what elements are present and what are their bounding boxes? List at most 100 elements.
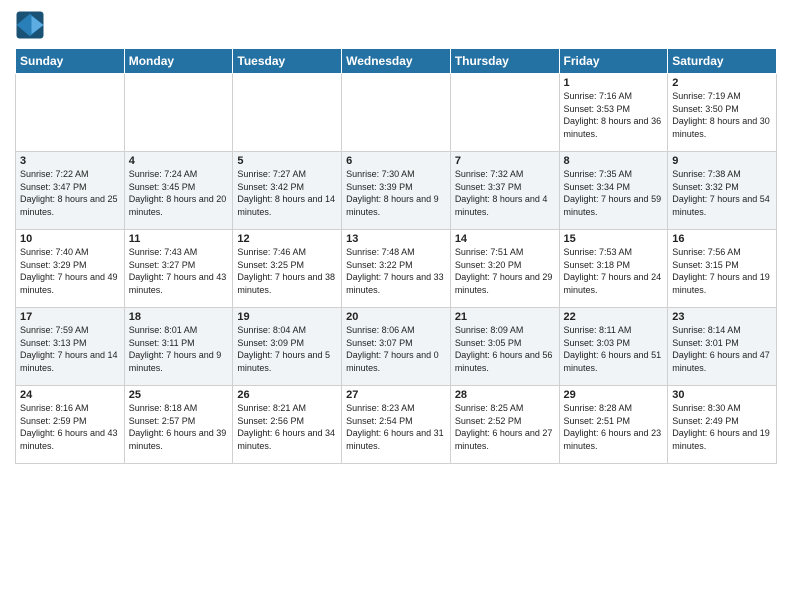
day-info: Sunrise: 7:35 AM Sunset: 3:34 PM Dayligh… bbox=[564, 168, 664, 218]
calendar-cell: 13Sunrise: 7:48 AM Sunset: 3:22 PM Dayli… bbox=[342, 230, 451, 308]
day-number: 24 bbox=[20, 389, 120, 401]
day-info: Sunrise: 8:01 AM Sunset: 3:11 PM Dayligh… bbox=[129, 324, 229, 374]
day-info: Sunrise: 8:18 AM Sunset: 2:57 PM Dayligh… bbox=[129, 402, 229, 452]
calendar-cell: 5Sunrise: 7:27 AM Sunset: 3:42 PM Daylig… bbox=[233, 152, 342, 230]
day-number: 11 bbox=[129, 233, 229, 245]
weekday-header: Friday bbox=[559, 49, 668, 74]
calendar-cell bbox=[124, 74, 233, 152]
header bbox=[15, 10, 777, 40]
day-info: Sunrise: 7:27 AM Sunset: 3:42 PM Dayligh… bbox=[237, 168, 337, 218]
day-number: 3 bbox=[20, 155, 120, 167]
weekday-header: Saturday bbox=[668, 49, 777, 74]
day-number: 14 bbox=[455, 233, 555, 245]
day-info: Sunrise: 8:04 AM Sunset: 3:09 PM Dayligh… bbox=[237, 324, 337, 374]
calendar-cell: 20Sunrise: 8:06 AM Sunset: 3:07 PM Dayli… bbox=[342, 308, 451, 386]
day-info: Sunrise: 8:25 AM Sunset: 2:52 PM Dayligh… bbox=[455, 402, 555, 452]
calendar-cell: 6Sunrise: 7:30 AM Sunset: 3:39 PM Daylig… bbox=[342, 152, 451, 230]
day-info: Sunrise: 7:40 AM Sunset: 3:29 PM Dayligh… bbox=[20, 246, 120, 296]
day-info: Sunrise: 7:24 AM Sunset: 3:45 PM Dayligh… bbox=[129, 168, 229, 218]
calendar-cell: 17Sunrise: 7:59 AM Sunset: 3:13 PM Dayli… bbox=[16, 308, 125, 386]
calendar-cell: 19Sunrise: 8:04 AM Sunset: 3:09 PM Dayli… bbox=[233, 308, 342, 386]
calendar-cell: 25Sunrise: 8:18 AM Sunset: 2:57 PM Dayli… bbox=[124, 386, 233, 464]
calendar-cell: 7Sunrise: 7:32 AM Sunset: 3:37 PM Daylig… bbox=[450, 152, 559, 230]
day-number: 17 bbox=[20, 311, 120, 323]
day-info: Sunrise: 7:16 AM Sunset: 3:53 PM Dayligh… bbox=[564, 90, 664, 140]
calendar-cell bbox=[342, 74, 451, 152]
day-info: Sunrise: 7:59 AM Sunset: 3:13 PM Dayligh… bbox=[20, 324, 120, 374]
day-number: 21 bbox=[455, 311, 555, 323]
day-number: 27 bbox=[346, 389, 446, 401]
weekday-header: Monday bbox=[124, 49, 233, 74]
day-info: Sunrise: 8:28 AM Sunset: 2:51 PM Dayligh… bbox=[564, 402, 664, 452]
day-number: 5 bbox=[237, 155, 337, 167]
day-info: Sunrise: 8:06 AM Sunset: 3:07 PM Dayligh… bbox=[346, 324, 446, 374]
day-number: 30 bbox=[672, 389, 772, 401]
day-number: 13 bbox=[346, 233, 446, 245]
day-number: 7 bbox=[455, 155, 555, 167]
calendar-week-row: 3Sunrise: 7:22 AM Sunset: 3:47 PM Daylig… bbox=[16, 152, 777, 230]
day-info: Sunrise: 7:22 AM Sunset: 3:47 PM Dayligh… bbox=[20, 168, 120, 218]
day-info: Sunrise: 7:32 AM Sunset: 3:37 PM Dayligh… bbox=[455, 168, 555, 218]
calendar-cell: 12Sunrise: 7:46 AM Sunset: 3:25 PM Dayli… bbox=[233, 230, 342, 308]
calendar-cell: 16Sunrise: 7:56 AM Sunset: 3:15 PM Dayli… bbox=[668, 230, 777, 308]
day-number: 8 bbox=[564, 155, 664, 167]
main-container: SundayMondayTuesdayWednesdayThursdayFrid… bbox=[0, 0, 792, 469]
day-number: 20 bbox=[346, 311, 446, 323]
calendar-cell: 11Sunrise: 7:43 AM Sunset: 3:27 PM Dayli… bbox=[124, 230, 233, 308]
calendar-cell: 18Sunrise: 8:01 AM Sunset: 3:11 PM Dayli… bbox=[124, 308, 233, 386]
day-info: Sunrise: 8:21 AM Sunset: 2:56 PM Dayligh… bbox=[237, 402, 337, 452]
calendar-table: SundayMondayTuesdayWednesdayThursdayFrid… bbox=[15, 48, 777, 464]
calendar-cell: 4Sunrise: 7:24 AM Sunset: 3:45 PM Daylig… bbox=[124, 152, 233, 230]
day-number: 10 bbox=[20, 233, 120, 245]
day-info: Sunrise: 7:38 AM Sunset: 3:32 PM Dayligh… bbox=[672, 168, 772, 218]
day-number: 16 bbox=[672, 233, 772, 245]
day-info: Sunrise: 7:56 AM Sunset: 3:15 PM Dayligh… bbox=[672, 246, 772, 296]
calendar-cell: 30Sunrise: 8:30 AM Sunset: 2:49 PM Dayli… bbox=[668, 386, 777, 464]
calendar-cell: 1Sunrise: 7:16 AM Sunset: 3:53 PM Daylig… bbox=[559, 74, 668, 152]
calendar-cell bbox=[16, 74, 125, 152]
calendar-cell: 14Sunrise: 7:51 AM Sunset: 3:20 PM Dayli… bbox=[450, 230, 559, 308]
calendar-cell: 3Sunrise: 7:22 AM Sunset: 3:47 PM Daylig… bbox=[16, 152, 125, 230]
day-info: Sunrise: 7:19 AM Sunset: 3:50 PM Dayligh… bbox=[672, 90, 772, 140]
day-number: 12 bbox=[237, 233, 337, 245]
day-number: 9 bbox=[672, 155, 772, 167]
weekday-header: Tuesday bbox=[233, 49, 342, 74]
day-info: Sunrise: 8:14 AM Sunset: 3:01 PM Dayligh… bbox=[672, 324, 772, 374]
day-number: 15 bbox=[564, 233, 664, 245]
day-info: Sunrise: 7:53 AM Sunset: 3:18 PM Dayligh… bbox=[564, 246, 664, 296]
day-info: Sunrise: 7:51 AM Sunset: 3:20 PM Dayligh… bbox=[455, 246, 555, 296]
day-number: 6 bbox=[346, 155, 446, 167]
calendar-cell: 9Sunrise: 7:38 AM Sunset: 3:32 PM Daylig… bbox=[668, 152, 777, 230]
calendar-week-row: 1Sunrise: 7:16 AM Sunset: 3:53 PM Daylig… bbox=[16, 74, 777, 152]
calendar-cell: 28Sunrise: 8:25 AM Sunset: 2:52 PM Dayli… bbox=[450, 386, 559, 464]
calendar-cell: 10Sunrise: 7:40 AM Sunset: 3:29 PM Dayli… bbox=[16, 230, 125, 308]
calendar-cell: 15Sunrise: 7:53 AM Sunset: 3:18 PM Dayli… bbox=[559, 230, 668, 308]
logo-icon bbox=[15, 10, 45, 40]
calendar-cell bbox=[450, 74, 559, 152]
calendar-cell: 23Sunrise: 8:14 AM Sunset: 3:01 PM Dayli… bbox=[668, 308, 777, 386]
calendar-cell: 29Sunrise: 8:28 AM Sunset: 2:51 PM Dayli… bbox=[559, 386, 668, 464]
calendar-header-row: SundayMondayTuesdayWednesdayThursdayFrid… bbox=[16, 49, 777, 74]
calendar-cell: 26Sunrise: 8:21 AM Sunset: 2:56 PM Dayli… bbox=[233, 386, 342, 464]
calendar-cell bbox=[233, 74, 342, 152]
day-info: Sunrise: 7:30 AM Sunset: 3:39 PM Dayligh… bbox=[346, 168, 446, 218]
calendar-week-row: 24Sunrise: 8:16 AM Sunset: 2:59 PM Dayli… bbox=[16, 386, 777, 464]
calendar-cell: 21Sunrise: 8:09 AM Sunset: 3:05 PM Dayli… bbox=[450, 308, 559, 386]
calendar-cell: 22Sunrise: 8:11 AM Sunset: 3:03 PM Dayli… bbox=[559, 308, 668, 386]
calendar-week-row: 17Sunrise: 7:59 AM Sunset: 3:13 PM Dayli… bbox=[16, 308, 777, 386]
day-number: 1 bbox=[564, 77, 664, 89]
day-number: 4 bbox=[129, 155, 229, 167]
day-number: 29 bbox=[564, 389, 664, 401]
day-info: Sunrise: 8:16 AM Sunset: 2:59 PM Dayligh… bbox=[20, 402, 120, 452]
day-info: Sunrise: 8:30 AM Sunset: 2:49 PM Dayligh… bbox=[672, 402, 772, 452]
day-number: 22 bbox=[564, 311, 664, 323]
day-number: 23 bbox=[672, 311, 772, 323]
day-number: 26 bbox=[237, 389, 337, 401]
day-info: Sunrise: 7:43 AM Sunset: 3:27 PM Dayligh… bbox=[129, 246, 229, 296]
weekday-header: Wednesday bbox=[342, 49, 451, 74]
calendar-cell: 24Sunrise: 8:16 AM Sunset: 2:59 PM Dayli… bbox=[16, 386, 125, 464]
calendar-cell: 8Sunrise: 7:35 AM Sunset: 3:34 PM Daylig… bbox=[559, 152, 668, 230]
calendar-cell: 2Sunrise: 7:19 AM Sunset: 3:50 PM Daylig… bbox=[668, 74, 777, 152]
day-info: Sunrise: 8:11 AM Sunset: 3:03 PM Dayligh… bbox=[564, 324, 664, 374]
calendar-week-row: 10Sunrise: 7:40 AM Sunset: 3:29 PM Dayli… bbox=[16, 230, 777, 308]
